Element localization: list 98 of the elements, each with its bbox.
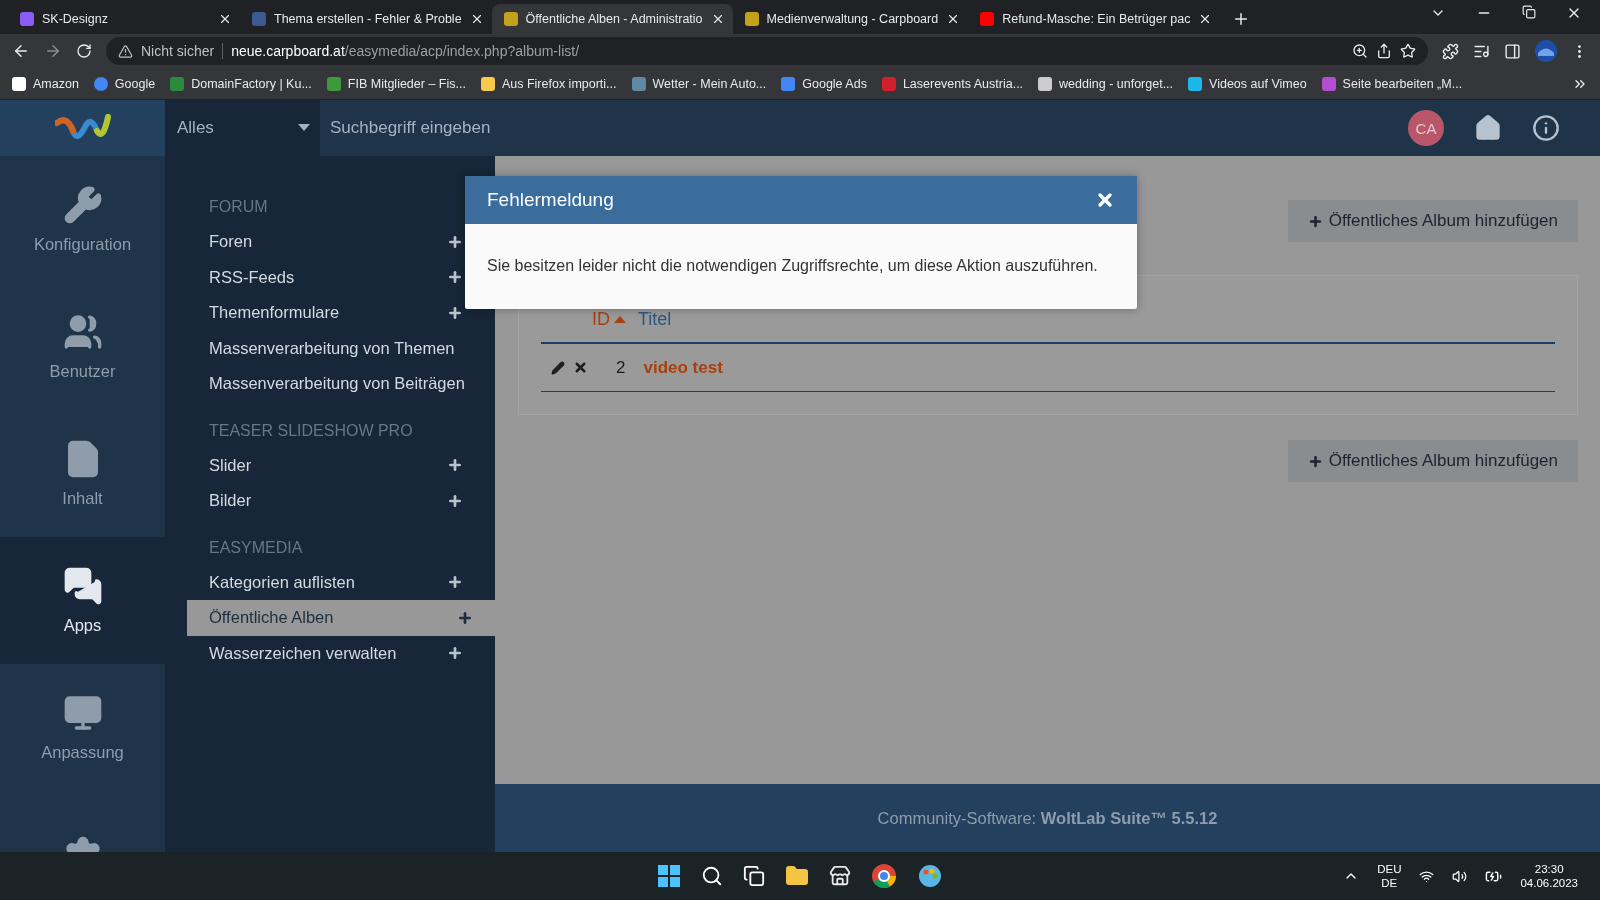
browser-tab[interactable]: Medienverwaltung - Carpboard	[732, 4, 969, 34]
browser-tab[interactable]: Refund-Masche: Ein Betrüger pac	[968, 4, 1221, 34]
submenu-item[interactable]: Kategorien auflisten	[187, 564, 465, 600]
reload-icon[interactable]	[76, 43, 92, 59]
task-view-icon[interactable]	[743, 865, 765, 887]
submenu-item[interactable]: Foren	[187, 224, 465, 260]
submenu-item[interactable]: Massenverarbeitung von Beiträgen	[187, 366, 465, 402]
address-bar[interactable]: Nicht sicher neue.carpboard.at/easymedia/acp/index.php?album-list/	[106, 37, 1428, 65]
favicon-icon	[326, 76, 341, 91]
favicon-icon	[631, 76, 646, 91]
add-icon[interactable]	[457, 609, 473, 626]
add-icon[interactable]	[447, 304, 463, 321]
add-album-button[interactable]: Öffentliches Album hinzufügen	[1287, 440, 1578, 482]
favicon-icon	[1188, 76, 1203, 91]
favicon-icon	[781, 76, 796, 91]
plus-icon	[1307, 453, 1323, 469]
favicon-icon	[252, 12, 266, 26]
store-icon[interactable]	[829, 865, 851, 887]
volume-icon[interactable]	[1452, 868, 1468, 884]
folder-icon[interactable]	[785, 864, 809, 888]
add-icon[interactable]	[447, 574, 463, 591]
share-icon[interactable]	[1376, 43, 1392, 59]
edit-icon[interactable]	[551, 360, 565, 375]
restore-icon[interactable]	[1522, 5, 1536, 19]
submenu-item[interactable]: Themenformulare	[187, 295, 465, 331]
submenu-item[interactable]: Wasserzeichen verwalten	[187, 635, 465, 671]
home-icon[interactable]	[1474, 114, 1502, 142]
add-icon[interactable]	[447, 457, 463, 474]
browser-tab[interactable]: Thema erstellen - Fehler & Proble	[240, 4, 492, 34]
bookmark[interactable]: Videos auf Vimeo	[1188, 76, 1307, 91]
submenu-item[interactable]: Öffentliche Alben	[187, 600, 495, 636]
menu-section-heading: EASYMEDIA	[208, 537, 304, 558]
plus-icon	[1307, 213, 1323, 229]
submenu-item[interactable]: Massenverarbeitung von Themen	[187, 330, 465, 366]
favicon-icon	[881, 76, 896, 91]
side-panel-icon[interactable]	[1504, 42, 1521, 60]
bookmark[interactable]: Amazon	[12, 76, 79, 91]
warning-icon	[118, 43, 133, 59]
forward-icon[interactable]	[44, 42, 62, 60]
paint-icon[interactable]	[917, 863, 943, 889]
browser-tab[interactable]: SK-Designz	[8, 4, 240, 34]
search-icon[interactable]	[701, 865, 723, 887]
bookmark[interactable]: Aus Firefox importi...	[480, 76, 617, 91]
favicon-icon	[93, 76, 108, 91]
bookmark[interactable]: DomainFactory | Ku...	[170, 76, 312, 91]
chat-icon	[62, 566, 103, 606]
caret-icon	[298, 124, 310, 132]
back-icon[interactable]	[12, 42, 30, 60]
wifi-icon[interactable]	[1419, 868, 1435, 884]
favicon-icon	[744, 12, 759, 26]
favicon-icon	[480, 76, 495, 91]
favicon-icon	[170, 76, 185, 91]
favicon-icon	[503, 12, 518, 26]
table-cell: 2	[616, 357, 626, 378]
browser-tab[interactable]: Öffentliche Alben - Administratio	[491, 4, 733, 34]
zoom-icon[interactable]	[1352, 43, 1368, 59]
chrome-icon[interactable]	[871, 863, 897, 889]
profile-avatar[interactable]	[1535, 40, 1557, 62]
menu-section-heading: TEASER SLIDESHOW PRO	[208, 420, 414, 441]
submenu-item[interactable]: Slider	[187, 447, 465, 483]
favicon-icon	[980, 12, 995, 26]
star-icon[interactable]	[1400, 43, 1416, 59]
main-menu-item[interactable]: Apps	[0, 537, 165, 664]
delete-icon[interactable]	[573, 360, 588, 375]
bookmark[interactable]: Google Ads	[781, 76, 867, 91]
sort-asc-icon	[614, 315, 626, 323]
favicon-icon	[12, 76, 26, 91]
add-icon[interactable]	[447, 233, 463, 250]
dialog-title: Fehlermeldung	[487, 189, 614, 211]
clock[interactable]: 23:30 04.06.2023	[1520, 863, 1578, 889]
bookmark[interactable]: Google	[93, 76, 156, 91]
start-icon[interactable]	[657, 864, 681, 888]
wrench-icon	[62, 185, 103, 225]
language-indicator[interactable]: DEU DE	[1377, 863, 1402, 889]
favicon-icon	[20, 12, 34, 26]
info-icon[interactable]	[1532, 114, 1560, 142]
add-album-button[interactable]: Öffentliches Album hinzufügen	[1287, 200, 1578, 242]
monitor-icon	[62, 693, 103, 733]
add-icon[interactable]	[447, 645, 463, 662]
bookmark[interactable]: Wetter - Mein Auto...	[631, 76, 767, 91]
dialog-message: Sie besitzen leider nicht die notwendigen Zugriffsrechte, um diese Aktion auszuführen.	[486, 256, 1099, 276]
footer-text: Community-Software: WoltLab Suite™ 5.5.12	[495, 784, 1600, 852]
bookmark[interactable]: wedding - unforget...	[1038, 76, 1174, 91]
add-icon[interactable]	[447, 269, 463, 286]
search-scope-select[interactable]: Alles	[165, 100, 320, 156]
favicon-icon	[1038, 76, 1053, 91]
favicon-icon	[1321, 76, 1336, 91]
extensions-icon[interactable]	[1442, 42, 1459, 60]
submenu-item[interactable]: Bilder	[187, 483, 465, 519]
bookmark[interactable]: Laserevents Austria...	[881, 76, 1024, 91]
add-icon[interactable]	[447, 492, 463, 509]
security-label: Nicht sicher	[141, 43, 224, 59]
bookmark[interactable]: FIB Mitglieder – Fis...	[326, 76, 466, 91]
bookmark[interactable]: Seite bearbeiten „M...	[1321, 76, 1463, 91]
submenu-item[interactable]: RSS-Feeds	[187, 259, 465, 295]
users-icon	[62, 312, 103, 352]
close-icon[interactable]	[218, 12, 232, 26]
url-text: neue.carpboard.at/easymedia/acp/index.php?album-list/	[231, 43, 580, 59]
